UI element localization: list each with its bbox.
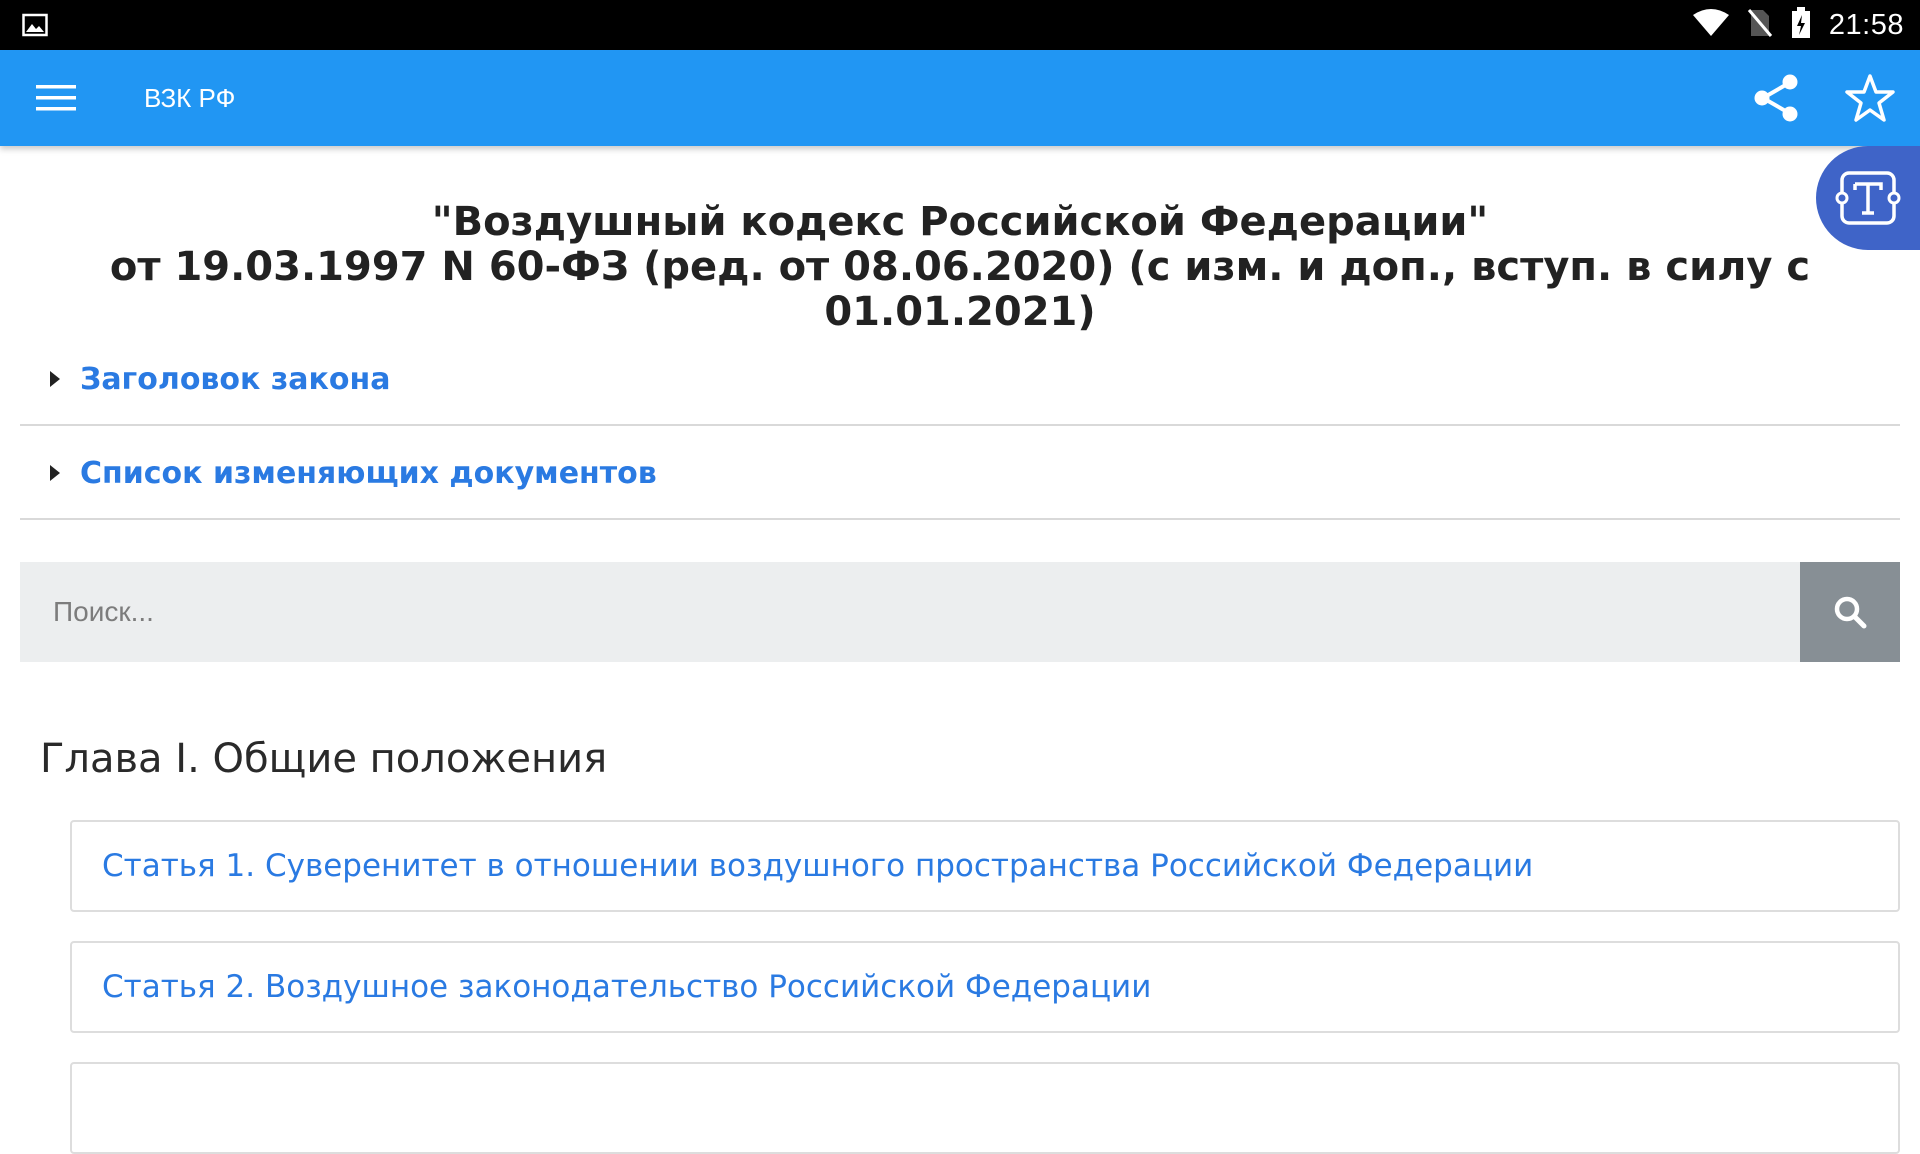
search-icon <box>1834 596 1867 629</box>
document-title-line2: от 19.03.1997 N 60-ФЗ (ред. от 08.06.202… <box>109 244 1811 335</box>
star-icon <box>1845 74 1895 122</box>
favorite-button[interactable] <box>1840 70 1900 126</box>
share-button[interactable] <box>1746 70 1806 126</box>
share-icon <box>1754 74 1798 122</box>
search-button[interactable] <box>1800 562 1900 662</box>
clock: 21:58 <box>1828 8 1904 41</box>
menu-icon <box>36 85 76 111</box>
article-item[interactable]: Статья 1. Суверенитет в отношении воздуш… <box>70 820 1900 912</box>
section-amending-documents[interactable]: Список изменяющих документов <box>20 428 1900 520</box>
text-format-icon <box>1835 171 1901 225</box>
image-notification-icon <box>22 13 48 37</box>
app-title: ВЗК РФ <box>144 83 236 113</box>
section-label: Заголовок закона <box>80 361 391 397</box>
expand-arrow-icon <box>50 371 60 387</box>
article-item[interactable]: Статья 2. Воздушное законодательство Рос… <box>70 941 1900 1033</box>
section-law-header[interactable]: Заголовок закона <box>20 334 1900 426</box>
article-label: Статья 2. Воздушное законодательство Рос… <box>102 969 1152 1005</box>
search-bar <box>20 562 1900 662</box>
section-label: Список изменяющих документов <box>80 455 657 491</box>
article-label: Статья 1. Суверенитет в отношении воздуш… <box>102 848 1534 884</box>
expand-arrow-icon <box>50 465 60 481</box>
battery-charging-icon <box>1791 6 1811 44</box>
article-item[interactable] <box>70 1062 1900 1154</box>
text-size-button[interactable] <box>1816 146 1920 250</box>
app-bar: ВЗК РФ <box>0 50 1920 146</box>
search-input[interactable] <box>20 562 1800 662</box>
document-title: "Воздушный кодекс Российской Федерации" … <box>0 200 1920 335</box>
status-bar: 21:58 <box>0 0 1920 50</box>
document-title-line1: "Воздушный кодекс Российской Федерации" <box>431 199 1489 245</box>
wifi-icon <box>1692 8 1729 42</box>
menu-button[interactable] <box>28 74 84 122</box>
no-sim-icon <box>1747 8 1773 43</box>
chapter-title: Глава I. Общие положения <box>40 736 608 782</box>
